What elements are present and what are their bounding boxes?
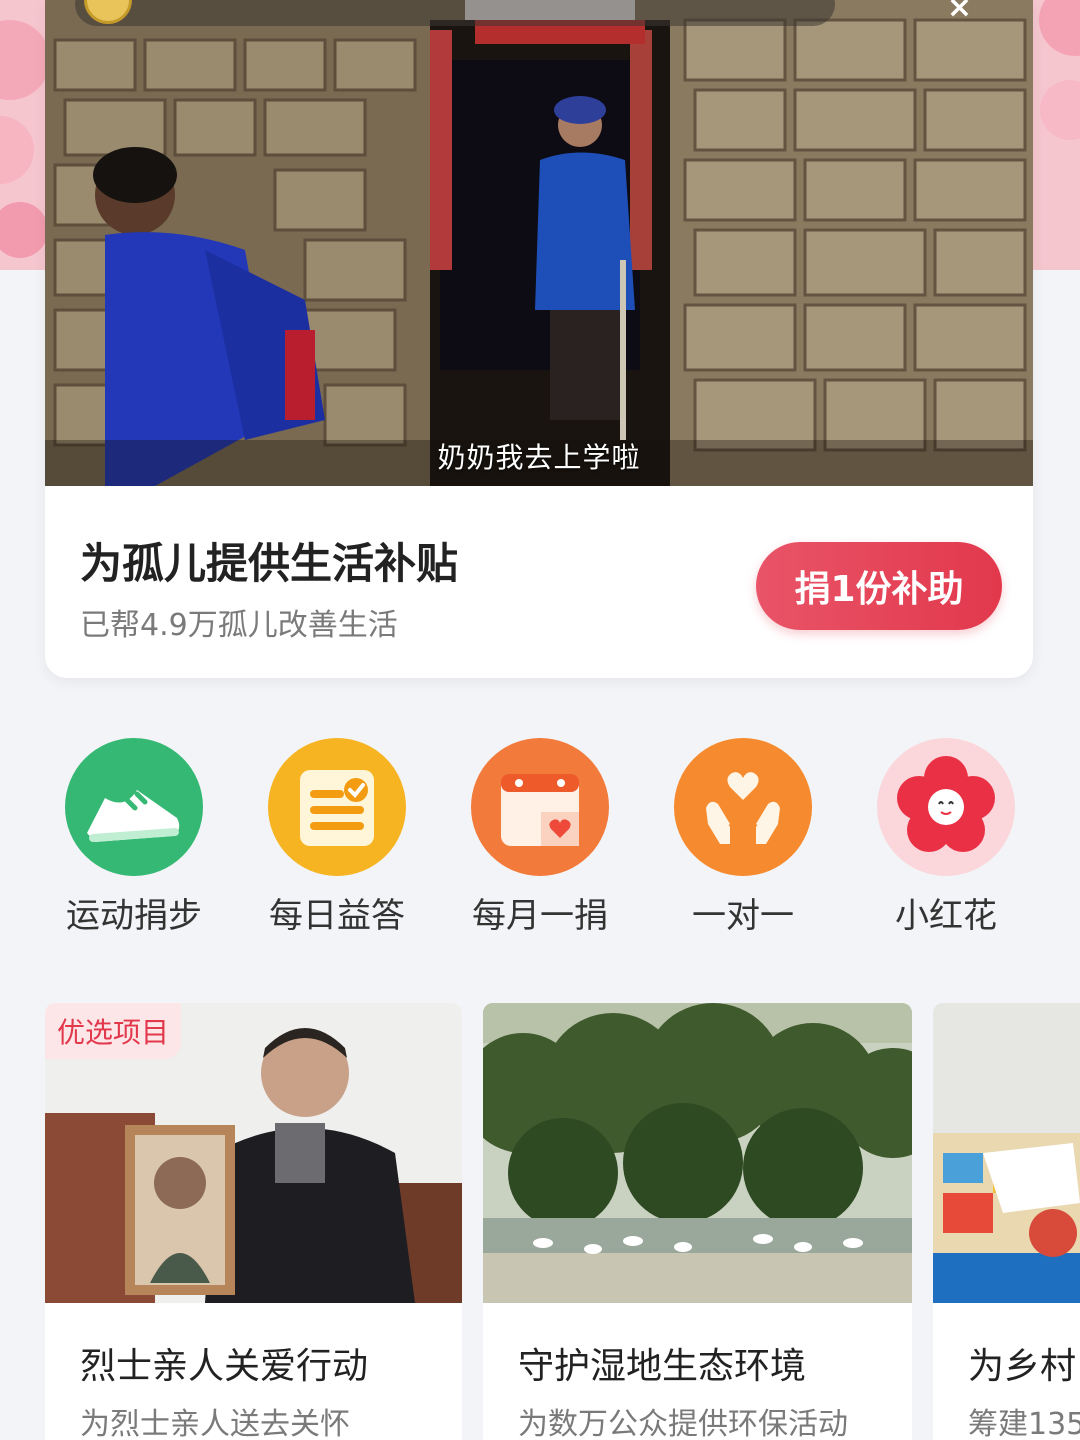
project-image [483, 1003, 912, 1303]
featured-project-title[interactable]: 为孤儿提供生活补贴 [80, 530, 458, 591]
quick-action-daily-quiz[interactable]: 每日益答 [237, 738, 437, 937]
checklist-icon [268, 738, 406, 876]
project-description: 为数万公众提供环保活动 [518, 1407, 848, 1440]
quick-action-label: 每月一捐 [472, 896, 608, 936]
quick-action-label: 每日益答 [269, 896, 405, 936]
quick-action-monthly-donation[interactable]: 每月一捐 [440, 738, 640, 937]
project-title: 烈士亲人关爱行动 [80, 1346, 369, 1387]
donate-subsidy-button[interactable]: 捐1份补助 [756, 542, 1002, 630]
project-title: 为乡村 [968, 1346, 1077, 1387]
featured-project-card[interactable]: 奶奶我去上学啦 为孤儿提供生活补贴 已帮4.9万孤儿改善生活 捐1份补助 [45, 0, 1033, 678]
project-card-wetland-ecology[interactable]: 守护湿地生态环境 为数万公众提供环保活动 [483, 1003, 912, 1440]
top-overlay-bar [75, 0, 835, 26]
project-card-rural[interactable]: 为乡村 筹建135 [933, 1003, 1080, 1440]
quick-action-label: 一对一 [692, 896, 794, 936]
featured-video-frame[interactable]: 奶奶我去上学啦 [45, 0, 1033, 486]
project-card-martyr-families[interactable]: 优选项目 烈士亲人关爱行动 为烈士亲人送去关怀 [45, 1003, 462, 1440]
project-image [933, 1003, 1080, 1303]
project-title: 守护湿地生态环境 [518, 1346, 807, 1387]
project-description: 为烈士亲人送去关怀 [80, 1407, 350, 1440]
red-flower-icon [877, 738, 1015, 876]
video-subtitle: 奶奶我去上学啦 [437, 441, 641, 474]
hands-heart-icon [674, 738, 812, 876]
calendar-heart-icon [471, 738, 609, 876]
quick-actions-row: 运动捐步 每日益答 每月一捐 一对一 小红花 [0, 738, 1080, 938]
close-icon[interactable]: × [947, 0, 972, 25]
featured-project-description: 已帮4.9万孤儿改善生活 [80, 608, 398, 643]
featured-badge: 优选项目 [45, 1003, 182, 1059]
quick-action-label: 运动捐步 [66, 896, 202, 936]
quick-action-label: 小红花 [895, 896, 997, 936]
quick-action-one-on-one[interactable]: 一对一 [643, 738, 843, 937]
quick-action-little-red-flower[interactable]: 小红花 [846, 738, 1046, 937]
project-description: 筹建135 [968, 1407, 1080, 1440]
quick-action-step-donation[interactable]: 运动捐步 [34, 738, 234, 937]
sneaker-icon [65, 738, 203, 876]
